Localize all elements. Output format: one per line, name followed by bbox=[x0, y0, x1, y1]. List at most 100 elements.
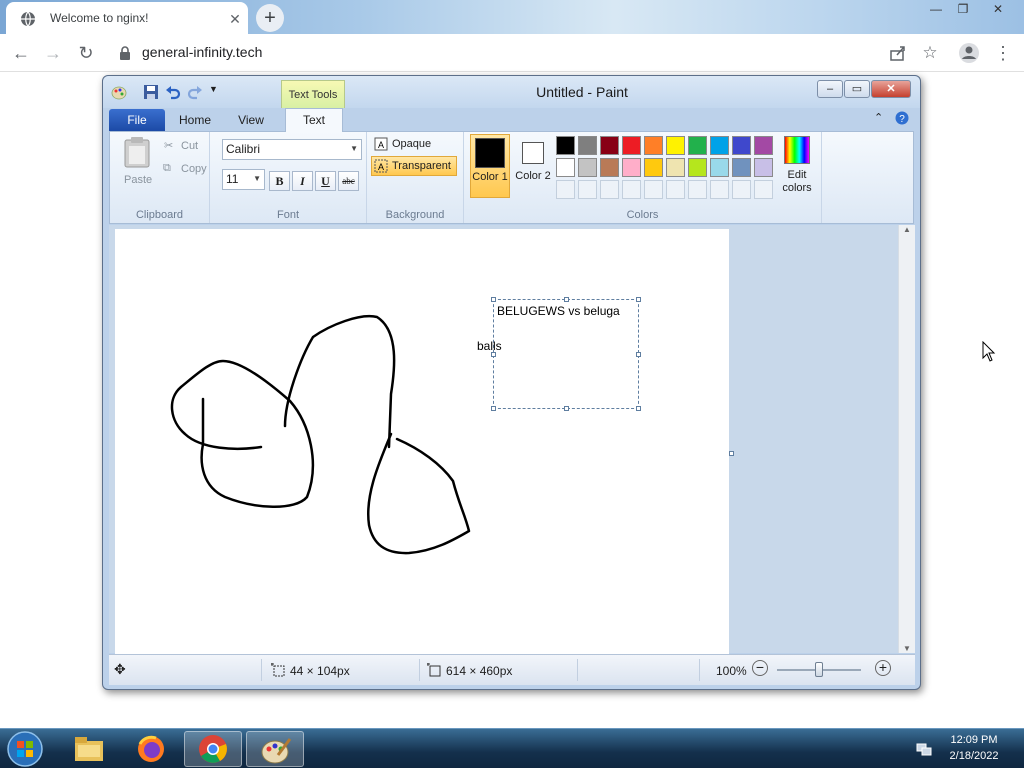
minimize-icon[interactable]: – bbox=[817, 80, 843, 98]
zoom-out-icon[interactable]: − bbox=[752, 660, 768, 676]
custom-color-slot[interactable] bbox=[732, 180, 751, 199]
custom-color-slot[interactable] bbox=[622, 180, 641, 199]
palette-swatch[interactable] bbox=[622, 136, 641, 155]
help-icon[interactable]: ? bbox=[895, 111, 909, 125]
start-orb-icon[interactable] bbox=[6, 730, 44, 768]
edit-colors-button[interactable]: Edit colors bbox=[776, 134, 818, 198]
custom-color-slot[interactable] bbox=[710, 180, 729, 199]
vertical-scrollbar[interactable]: ▲ ▼ bbox=[898, 225, 915, 653]
tab-home[interactable]: Home bbox=[167, 109, 223, 131]
italic-button[interactable]: I bbox=[292, 171, 313, 191]
color1-swatch bbox=[475, 138, 505, 168]
chrome-taskbar-button[interactable] bbox=[184, 731, 242, 767]
custom-color-slot[interactable] bbox=[688, 180, 707, 199]
transparent-button[interactable]: A Transparent bbox=[371, 156, 457, 176]
clock-time[interactable]: 12:09 PM bbox=[934, 734, 1014, 746]
text-selection-box[interactable]: BELUGEWS vs beluga bbox=[491, 297, 641, 411]
paste-button[interactable]: Paste bbox=[124, 174, 152, 186]
maximize-icon[interactable]: ▭ bbox=[844, 80, 870, 98]
back-icon[interactable]: ← bbox=[8, 40, 34, 66]
custom-color-slot[interactable] bbox=[600, 180, 619, 199]
color2-button[interactable]: Color 2 bbox=[514, 134, 552, 198]
cut-icon[interactable]: ✂ bbox=[164, 139, 173, 152]
share-icon[interactable] bbox=[889, 44, 907, 62]
close-icon[interactable]: ✕ bbox=[983, 0, 1013, 18]
colors-label: Colors bbox=[626, 209, 659, 221]
copy-button[interactable]: Copy bbox=[181, 163, 207, 175]
chevron-up-icon[interactable]: ⌃ bbox=[874, 111, 883, 124]
custom-color-slot[interactable] bbox=[644, 180, 663, 199]
palette-swatch[interactable] bbox=[556, 136, 575, 155]
zoom-slider-thumb[interactable] bbox=[815, 662, 823, 677]
palette-swatch[interactable] bbox=[710, 158, 729, 177]
color2-swatch bbox=[522, 142, 544, 164]
cut-button[interactable]: Cut bbox=[181, 140, 198, 152]
forward-icon[interactable]: → bbox=[40, 40, 66, 66]
font-family-select[interactable]: Calibri ▼ bbox=[222, 139, 362, 160]
palette-swatch[interactable] bbox=[754, 136, 773, 155]
palette-swatch[interactable] bbox=[600, 136, 619, 155]
underline-button[interactable]: U bbox=[315, 171, 336, 191]
palette-swatch[interactable] bbox=[666, 158, 685, 177]
canvas-resize-handle[interactable] bbox=[729, 451, 734, 456]
zoom-in-icon[interactable]: + bbox=[875, 660, 891, 676]
clock-date[interactable]: 2/18/2022 bbox=[934, 750, 1014, 762]
resize-handle[interactable] bbox=[636, 297, 641, 302]
paste-icon[interactable] bbox=[123, 136, 151, 168]
palette-swatch[interactable] bbox=[688, 158, 707, 177]
menu-icon[interactable]: ⋮ bbox=[990, 40, 1016, 66]
custom-color-slot[interactable] bbox=[754, 180, 773, 199]
palette-swatch[interactable] bbox=[600, 158, 619, 177]
address-bar[interactable]: general-infinity.tech bbox=[142, 44, 262, 60]
resize-handle[interactable] bbox=[491, 406, 496, 411]
scroll-up-icon[interactable]: ▲ bbox=[903, 225, 911, 234]
explorer-taskbar-button[interactable] bbox=[60, 731, 118, 767]
font-size-select[interactable]: 11 ▼ bbox=[222, 169, 265, 190]
scroll-down-icon[interactable]: ▼ bbox=[903, 644, 911, 653]
palette-swatch[interactable] bbox=[732, 158, 751, 177]
resize-handle[interactable] bbox=[564, 297, 569, 302]
reload-icon[interactable]: ↻ bbox=[73, 40, 99, 66]
custom-color-slot[interactable] bbox=[666, 180, 685, 199]
palette-swatch[interactable] bbox=[688, 136, 707, 155]
network-icon[interactable] bbox=[916, 741, 932, 757]
plus-icon[interactable]: + bbox=[256, 4, 284, 32]
palette-swatch[interactable] bbox=[644, 158, 663, 177]
resize-handle[interactable] bbox=[564, 406, 569, 411]
star-icon[interactable]: ☆ bbox=[917, 40, 943, 66]
copy-icon[interactable]: ⧉ bbox=[163, 162, 171, 175]
selection-size: 44 × 104px bbox=[290, 664, 350, 678]
maximize-icon[interactable]: ❐ bbox=[948, 0, 978, 18]
bold-button[interactable]: B bbox=[269, 171, 290, 191]
palette-swatch[interactable] bbox=[732, 136, 751, 155]
firefox-taskbar-button[interactable] bbox=[122, 731, 180, 767]
palette-swatch[interactable] bbox=[556, 158, 575, 177]
close-icon[interactable]: ✕ bbox=[226, 10, 244, 28]
palette-swatch[interactable] bbox=[622, 158, 641, 177]
resize-handle[interactable] bbox=[636, 352, 641, 357]
palette-swatch[interactable] bbox=[578, 158, 597, 177]
opaque-button[interactable]: A Opaque bbox=[371, 134, 457, 154]
zoom-level: 100% bbox=[716, 664, 747, 678]
profile-icon[interactable] bbox=[958, 42, 980, 64]
resize-handle[interactable] bbox=[636, 406, 641, 411]
tab-view[interactable]: View bbox=[223, 109, 279, 131]
close-icon[interactable]: ✕ bbox=[871, 80, 911, 98]
browser-tab[interactable]: Welcome to nginx! ✕ bbox=[6, 2, 248, 34]
minimize-icon[interactable]: — bbox=[921, 0, 951, 18]
palette-swatch[interactable] bbox=[666, 136, 685, 155]
tab-file[interactable]: File bbox=[109, 109, 165, 131]
palette-swatch[interactable] bbox=[644, 136, 663, 155]
color1-button[interactable]: Color 1 bbox=[470, 134, 510, 198]
font-size-value: 11 bbox=[226, 172, 239, 186]
strikethrough-button[interactable]: abc bbox=[338, 171, 359, 191]
palette-swatch[interactable] bbox=[754, 158, 773, 177]
tab-text[interactable]: Text bbox=[285, 108, 343, 132]
custom-color-slot[interactable] bbox=[578, 180, 597, 199]
paint-taskbar-button[interactable] bbox=[246, 731, 304, 767]
custom-color-slot[interactable] bbox=[556, 180, 575, 199]
palette-swatch[interactable] bbox=[710, 136, 729, 155]
palette-swatch[interactable] bbox=[578, 136, 597, 155]
resize-handle[interactable] bbox=[491, 297, 496, 302]
drawing-canvas[interactable]: BELUGEWS vs beluga balls bbox=[115, 229, 729, 657]
